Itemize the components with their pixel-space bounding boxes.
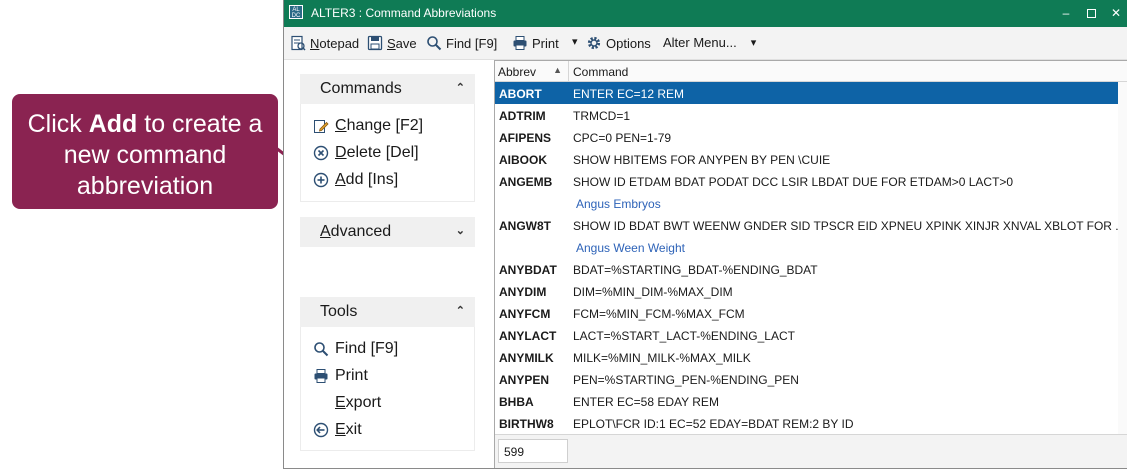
record-count: 599 — [498, 439, 568, 463]
print-tool-item[interactable]: Print — [313, 367, 368, 385]
alter-menu-arrow: ▾ — [750, 37, 757, 49]
window-title: ALTER3 : Command Abbreviations — [311, 6, 497, 20]
toolbar: Notepad Save Find [F9] Print ▾ Options A… — [284, 27, 1127, 60]
expand-chevron-icon: ⌄ — [455, 225, 465, 237]
maximize-icon — [1086, 9, 1096, 19]
advanced-section-header[interactable]: Advanced ⌄ — [300, 217, 475, 247]
save-button[interactable]: Save — [367, 35, 417, 51]
exit-icon — [313, 422, 329, 438]
save-label: ave — [395, 35, 417, 51]
exit-tool-item[interactable]: Exit — [313, 421, 362, 439]
notepad-button[interactable]: Notepad — [290, 35, 359, 51]
gear-icon — [587, 36, 601, 50]
callout-add-hint: Click Add to create a new command abbrev… — [12, 94, 278, 209]
table-row[interactable]: BHBA ENTER EC=58 EDAY REM — [495, 390, 1127, 412]
edit-icon — [314, 120, 329, 133]
table-row[interactable]: ANYFCM FCM=%MIN_FCM-%MAX_FCM — [495, 302, 1127, 324]
search-icon — [427, 36, 442, 51]
printer-icon — [513, 36, 527, 50]
search-icon — [314, 342, 329, 357]
notepad-label: otepad — [319, 35, 360, 51]
find-tool-item[interactable]: Find [F9] — [313, 340, 398, 358]
table-row[interactable]: ANGW8T SHOW ID BDAT BWT WEENW GNDER SID T… — [495, 214, 1127, 236]
tools-section-title: Tools — [320, 303, 358, 320]
app-icon: AL DC — [289, 5, 303, 19]
print-label: Print — [532, 35, 559, 51]
table-row[interactable]: ABORT ENTER EC=12 REM — [495, 82, 1127, 104]
options-label: Options — [606, 35, 651, 51]
notepad-icon — [291, 35, 306, 51]
commands-section-title: Commands — [320, 80, 402, 97]
save-icon — [367, 35, 383, 51]
table-row[interactable]: ANYPEN PEN=%STARTING_PEN-%ENDING_PEN — [495, 368, 1127, 390]
collapse-chevron-icon: ⌃ — [455, 82, 465, 94]
advanced-section-title: Advanced — [320, 223, 392, 240]
table-row[interactable]: ANYMILK MILK=%MIN_MILK-%MAX_MILK — [495, 346, 1127, 368]
table-row[interactable]: ANYDIM DIM=%MIN_DIM-%MAX_DIM — [495, 280, 1127, 302]
table-row[interactable]: ANYLACT LACT=%START_LACT-%ENDING_LACT — [495, 324, 1127, 346]
vertical-scrollbar[interactable] — [1118, 82, 1127, 434]
alter-menu-button[interactable]: Alter Menu... ▾ — [663, 35, 756, 50]
find-label: Find [F9] — [446, 35, 498, 51]
commands-section-body: Change [F2] Delete [Del] Add [Ins] — [300, 104, 475, 202]
close-button[interactable]: ✕ — [1105, 3, 1127, 23]
command-column-header[interactable]: Command — [570, 61, 628, 82]
sort-ascending-icon: ▲ — [553, 65, 562, 75]
add-command-item[interactable]: Add [Ins] — [313, 171, 398, 189]
find-button[interactable]: Find [F9] — [426, 35, 497, 51]
alter-menu-label: Alter Menu... — [663, 35, 737, 50]
collapse-chevron-icon: ⌃ — [455, 305, 465, 317]
commands-section-header[interactable]: Commands ⌃ — [300, 74, 475, 104]
table-row[interactable]: ANYBDAT BDAT=%STARTING_BDAT-%ENDING_BDAT — [495, 258, 1127, 280]
abbrev-column-header[interactable]: Abbrev ▲ — [495, 61, 569, 82]
command-abbreviations-window: AL DC ALTER3 : Command Abbreviations – ✕… — [283, 0, 1127, 469]
maximize-button[interactable] — [1080, 3, 1102, 23]
add-icon — [313, 172, 329, 188]
abbreviations-grid: Abbrev ▲ Command ABORT ENTER EC=12 REM AD… — [494, 60, 1127, 468]
table-row[interactable]: BIRTHW8 EPLOT\FCR ID:1 EC=52 EDAY=BDAT RE… — [495, 412, 1127, 434]
grid-header: Abbrev ▲ Command — [495, 61, 1127, 82]
delete-icon — [313, 145, 329, 161]
row-description: Angus Embryos — [576, 197, 661, 211]
print-dropdown-arrow[interactable]: ▾ — [572, 35, 578, 48]
notepad-accel: N — [310, 35, 320, 51]
title-bar: AL DC ALTER3 : Command Abbreviations – ✕ — [284, 0, 1127, 27]
grid-rows: ABORT ENTER EC=12 REM ADTRIM TRMCD=1 AFIPE… — [495, 82, 1127, 434]
change-command-item[interactable]: Change [F2] — [313, 117, 423, 135]
printer-icon — [314, 369, 328, 383]
delete-command-item[interactable]: Delete [Del] — [313, 144, 419, 162]
options-button[interactable]: Options — [586, 35, 651, 51]
export-tool-item[interactable]: Export — [313, 394, 381, 412]
table-row[interactable]: ADTRIM TRMCD=1 — [495, 104, 1127, 126]
grid-footer: 599 — [495, 434, 1127, 468]
table-row[interactable]: AIBOOK SHOW HBITEMS FOR ANYPEN BY PEN \CU… — [495, 148, 1127, 170]
tools-section-header[interactable]: Tools ⌃ — [300, 297, 475, 327]
table-row[interactable]: AFIPENS CPC=0 PEN=1-79 — [495, 126, 1127, 148]
minimize-button[interactable]: – — [1055, 3, 1077, 23]
row-description: Angus Ween Weight — [576, 241, 685, 255]
save-accel: S — [387, 35, 396, 51]
tools-section-body: Find [F9] Print Export Exit — [300, 327, 475, 451]
print-button[interactable]: Print — [512, 35, 559, 51]
left-panel: Commands ⌃ Change [F2] Delete [Del] Add … — [284, 60, 492, 468]
table-row[interactable]: ANGEMB SHOW ID ETDAM BDAT PODAT DCC LSIR … — [495, 170, 1127, 192]
